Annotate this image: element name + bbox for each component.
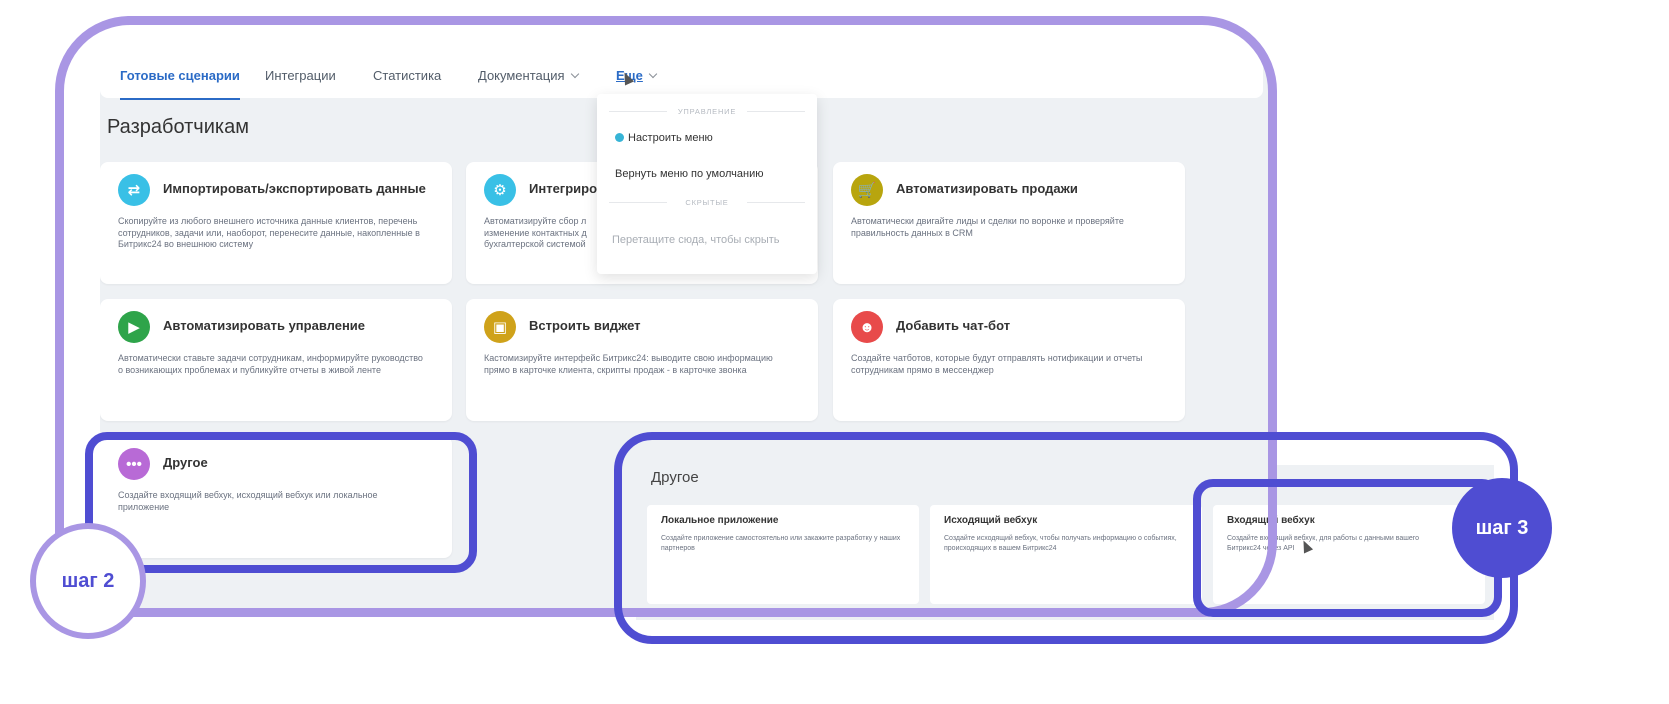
card-description: Создайте приложение самостоятельно или з… (661, 535, 901, 552)
inset-title: Другое (651, 469, 699, 486)
card-local-app[interactable]: Локальное приложение Создайте приложение… (647, 505, 919, 604)
card-title: Исходящий вебхук (944, 515, 1038, 526)
card-title: Интегриро (529, 181, 598, 196)
tab-integrations[interactable]: Интеграции (265, 68, 336, 96)
tab-label: Документация (478, 68, 565, 83)
card-outgoing-webhook[interactable]: Исходящий вебхук Создайте исходящий вебх… (930, 505, 1202, 604)
tab-label: Готовые сценарии (120, 68, 240, 83)
menu-item-configure[interactable]: Настроить меню (615, 132, 713, 144)
tab-more[interactable]: Еще (616, 68, 658, 96)
card-description: Создайте чатботов, которые будут отправл… (851, 353, 1143, 375)
card-add-chatbot[interactable]: ☻ Добавить чат-бот Создайте чатботов, ко… (833, 299, 1185, 421)
tab-documentation[interactable]: Документация (478, 68, 579, 96)
menu-item-label: Настроить меню (628, 132, 713, 144)
card-description: Создайте входящий вебхук, для работы с д… (1227, 535, 1420, 552)
tab-bar: Готовые сценарии Интеграции Статистика Д… (100, 62, 1263, 100)
card-title: Встроить виджет (529, 318, 641, 333)
card-automate-sales[interactable]: 🛒 Автоматизировать продажи Автоматически… (833, 162, 1185, 284)
more-dropdown-menu: УПРАВЛЕНИЕ Настроить меню Вернуть меню п… (597, 94, 817, 274)
menu-item-reset[interactable]: Вернуть меню по умолчанию (615, 168, 763, 180)
menu-item-label: Вернуть меню по умолчанию (615, 168, 764, 180)
tab-label: Интеграции (265, 68, 336, 83)
cart-icon: 🛒 (851, 174, 883, 206)
card-title: Добавить чат-бот (896, 318, 1011, 333)
dropdown-section-manage: УПРАВЛЕНИЕ (597, 107, 817, 116)
play-icon: ▶ (118, 311, 150, 343)
dropdown-section-hidden: СКРЫТЫЕ (597, 198, 817, 207)
card-description: Автоматически ставьте задачи сотрудникам… (118, 353, 423, 375)
card-embed-widget[interactable]: ▣ Встроить виджет Кастомизируйте интерфе… (466, 299, 818, 421)
card-description: Скопируйте из любого внешнего источника … (118, 216, 420, 249)
arrows-swap-icon: ⇄ (118, 174, 150, 206)
card-import-export[interactable]: ⇄ Импортировать/экспортировать данные Ск… (100, 162, 452, 284)
tab-ready-scenarios[interactable]: Готовые сценарии (120, 68, 240, 100)
card-description: Кастомизируйте интерфейс Битрикс24: выво… (484, 353, 773, 375)
gear-icon (615, 133, 624, 142)
card-title: Автоматизировать продажи (896, 181, 1078, 196)
chevron-down-icon (570, 69, 579, 79)
card-title: Входящий вебхук (1227, 515, 1315, 526)
card-incoming-webhook[interactable]: Входящий вебхук Создайте входящий вебхук… (1213, 505, 1485, 604)
card-automate-management[interactable]: ▶ Автоматизировать управление Автоматиче… (100, 299, 452, 421)
card-title: Локальное приложение (661, 515, 779, 526)
tab-label: Статистика (373, 68, 442, 83)
card-description: Создайте входящий вебхук, исходящий вебх… (118, 490, 378, 512)
card-description: Создайте исходящий вебхук, чтобы получат… (944, 535, 1177, 552)
dropdown-drop-hint: Перетащите сюда, чтобы скрыть (612, 234, 780, 246)
other-section-inset: Другое Локальное приложение Создайте при… (636, 465, 1494, 620)
card-description: Автоматизируйте сбор л изменение контакт… (484, 216, 587, 249)
gears-icon: ⚙ (484, 174, 516, 206)
section-title: Разработчикам (107, 116, 249, 138)
widget-icon: ▣ (484, 311, 516, 343)
chevron-down-icon (648, 69, 658, 79)
card-description: Автоматически двигайте лиды и сделки по … (851, 216, 1124, 238)
dots-icon: ••• (118, 448, 150, 480)
card-title: Автоматизировать управление (163, 318, 366, 333)
card-title: Импортировать/экспортировать данные (163, 181, 426, 196)
card-other[interactable]: ••• Другое Создайте входящий вебхук, исх… (100, 436, 452, 558)
card-title: Другое (163, 455, 208, 470)
tab-statistics[interactable]: Статистика (373, 68, 441, 96)
bot-icon: ☻ (851, 311, 883, 343)
